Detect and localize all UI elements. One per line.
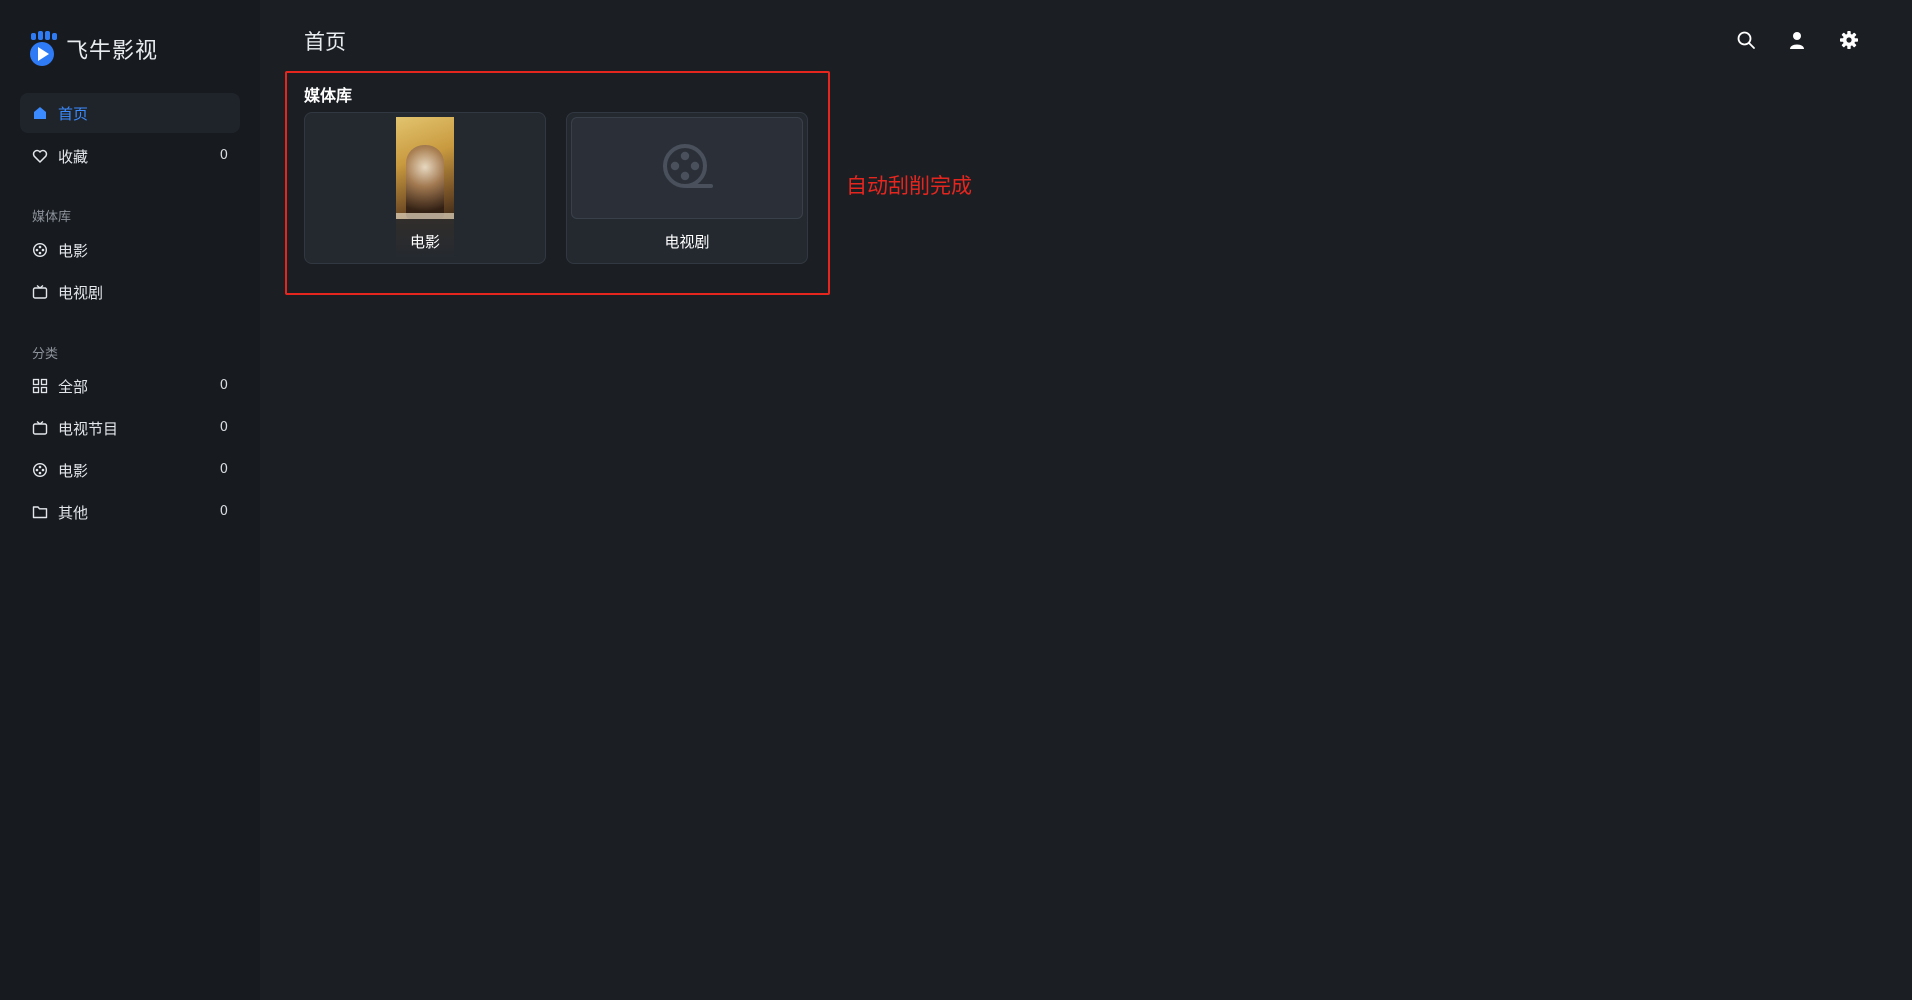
heart-icon xyxy=(32,148,48,164)
grid-icon xyxy=(32,378,48,394)
film-reel-icon xyxy=(32,462,48,478)
category-count: 0 xyxy=(219,504,228,519)
category-count: 0 xyxy=(219,462,228,477)
main-content: 首页 媒体库 电影 电视剧 自动刮削完成 xyxy=(260,0,1912,1000)
tv-icon xyxy=(32,284,48,300)
sidebar-item-label: 首页 xyxy=(58,104,89,123)
annotation-label: 自动刮削完成 xyxy=(846,174,972,198)
tv-icon xyxy=(32,420,48,436)
favorites-count: 0 xyxy=(219,148,228,163)
sidebar-item-other[interactable]: 其他 0 xyxy=(20,492,240,532)
search-button[interactable] xyxy=(1733,27,1759,53)
sidebar-item-tv-series[interactable]: 电视剧 xyxy=(20,272,240,312)
user-button[interactable] xyxy=(1784,27,1810,53)
search-icon xyxy=(1737,31,1755,49)
gear-icon xyxy=(1840,31,1858,49)
app-window: 飞牛影视 首页 收藏 0 媒体库 电影 电视剧 分类 全部 0 电视节目 0 电… xyxy=(0,0,1912,1000)
film-reel-icon xyxy=(32,242,48,258)
sidebar-item-label: 电视剧 xyxy=(58,283,104,302)
sidebar-item-label: 电视节目 xyxy=(58,419,119,438)
page-title: 首页 xyxy=(304,30,346,54)
category-section-label: 分类 xyxy=(32,347,59,362)
sidebar-item-label: 其他 xyxy=(58,503,89,522)
home-icon xyxy=(32,105,48,121)
annotation-highlight-box xyxy=(285,71,830,295)
sidebar-item-home[interactable]: 首页 xyxy=(20,93,240,133)
sidebar-item-favorites[interactable]: 收藏 0 xyxy=(20,136,240,176)
sidebar-item-category-movies[interactable]: 电影 0 xyxy=(20,450,240,490)
sidebar-item-label: 电影 xyxy=(58,461,89,480)
library-section-label: 媒体库 xyxy=(32,210,72,225)
user-icon xyxy=(1790,32,1804,49)
sidebar-item-movies[interactable]: 电影 xyxy=(20,230,240,270)
sidebar-item-label: 全部 xyxy=(58,377,89,396)
settings-button[interactable] xyxy=(1836,27,1862,53)
app-name: 飞牛影视 xyxy=(66,39,159,64)
sidebar-item-all[interactable]: 全部 0 xyxy=(20,366,240,406)
sidebar-item-label: 收藏 xyxy=(58,147,89,166)
sidebar-item-tv-shows[interactable]: 电视节目 0 xyxy=(20,408,240,448)
category-count: 0 xyxy=(219,378,228,393)
brand[interactable]: 飞牛影视 xyxy=(28,30,158,68)
app-logo-icon xyxy=(30,31,57,66)
sidebar: 飞牛影视 首页 收藏 0 媒体库 电影 电视剧 分类 全部 0 电视节目 0 电… xyxy=(0,0,260,1000)
folder-icon xyxy=(32,504,48,520)
sidebar-item-label: 电影 xyxy=(58,241,89,260)
category-count: 0 xyxy=(219,420,228,435)
